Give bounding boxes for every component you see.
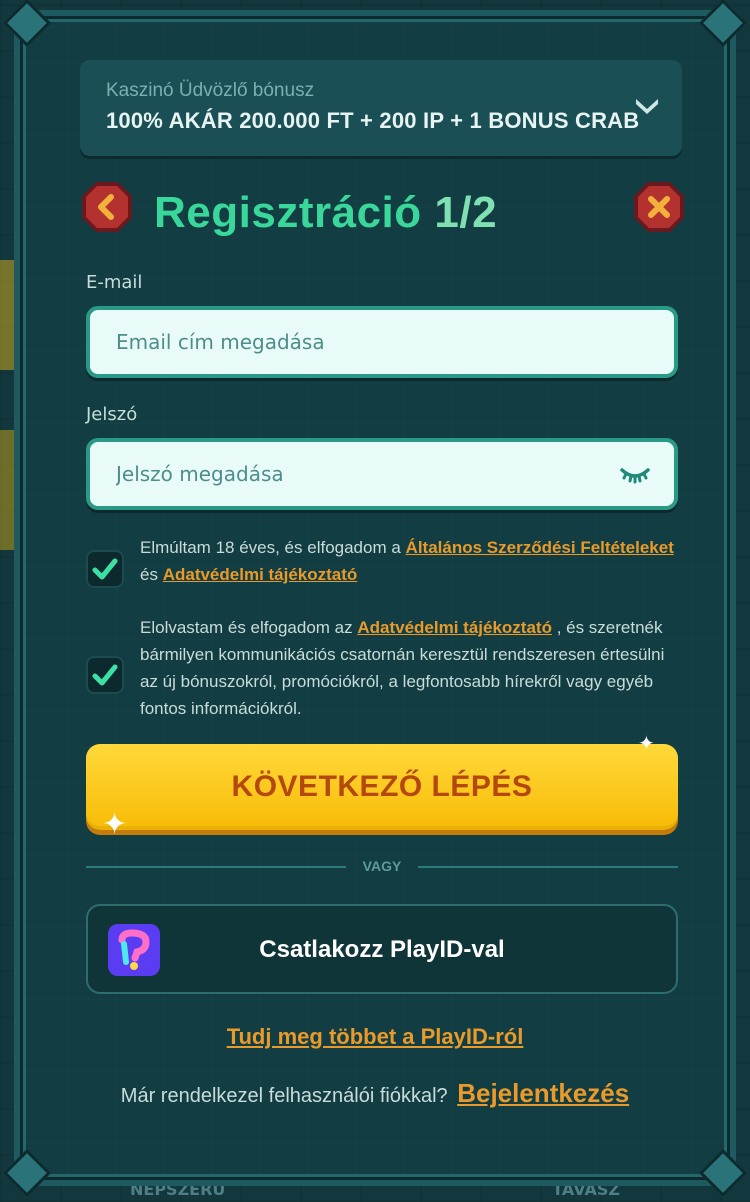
step-indicator: 1/2	[434, 188, 498, 237]
privacy-policy-link[interactable]: Adatvédelmi tájékoztató	[357, 618, 552, 637]
eye-closed-icon[interactable]	[620, 462, 650, 486]
privacy-policy-link[interactable]: Adatvédelmi tájékoztató	[163, 565, 358, 584]
password-label: Jelszó	[86, 404, 138, 425]
email-field-container	[86, 306, 678, 378]
bonus-text: 100% AKÁR 200.000 FT + 200 IP + 1 BONUS …	[106, 108, 640, 133]
divider-line	[418, 866, 678, 868]
terms-conditions-link[interactable]: Általános Szerződési Feltételeket	[406, 538, 674, 557]
terms-text-before: Elmúltam 18 éves, és elfogadom a	[140, 538, 401, 557]
email-label: E-mail	[86, 272, 143, 293]
login-prompt: Már rendelkezel felhasználói fiókkal? Be…	[20, 1078, 730, 1109]
playid-button-label: Csatlakozz PlayID-val	[259, 936, 505, 963]
next-step-button[interactable]: KÖVETKEZŐ LÉPÉS	[86, 744, 678, 830]
sparkle-icon: ✦	[638, 733, 655, 755]
page-title: Regisztráció 1/2	[154, 188, 497, 238]
login-link[interactable]: Bejelentkezés	[457, 1078, 629, 1108]
back-button[interactable]	[80, 180, 134, 234]
checkmark-icon	[92, 664, 118, 686]
playid-button[interactable]: Csatlakozz PlayID-val	[86, 904, 678, 994]
chevron-down-icon	[636, 99, 658, 114]
email-field[interactable]	[90, 310, 674, 374]
terms-text-middle: és	[140, 565, 158, 584]
playid-learn-more-link[interactable]: Tudj meg többet a PlayID-ról	[227, 1024, 524, 1049]
password-field[interactable]	[90, 442, 674, 506]
or-divider: VAGY	[86, 856, 678, 876]
marketing-checkbox[interactable]	[86, 656, 124, 694]
terms-consent: Elmúltam 18 éves, és elfogadom a Általán…	[86, 534, 686, 588]
checkmark-icon	[92, 558, 118, 580]
title-text: Regisztráció	[154, 188, 422, 237]
sparkle-icon: ✦	[102, 808, 128, 841]
marketing-consent: Elolvastam és elfogadom az Adatvédelmi t…	[86, 614, 686, 722]
marketing-text-before: Elolvastam és elfogadom az	[140, 618, 353, 637]
terms-checkbox[interactable]	[86, 550, 124, 588]
marketing-text: Elolvastam és elfogadom az Adatvédelmi t…	[140, 614, 686, 722]
registration-modal: Kaszinó Üdvözlő bónusz 100% AKÁR 200.000…	[2, 0, 748, 1198]
login-question: Már rendelkezel felhasználói fiókkal?	[120, 1085, 448, 1107]
terms-text: Elmúltam 18 éves, és elfogadom a Általán…	[140, 534, 686, 588]
close-button[interactable]	[632, 180, 686, 234]
password-field-container	[86, 438, 678, 510]
playid-learn-more: Tudj meg többet a PlayID-ról	[20, 1024, 730, 1050]
welcome-bonus-dropdown[interactable]: Kaszinó Üdvözlő bónusz 100% AKÁR 200.000…	[80, 60, 682, 156]
bonus-title: Kaszinó Üdvözlő bónusz	[106, 80, 315, 101]
